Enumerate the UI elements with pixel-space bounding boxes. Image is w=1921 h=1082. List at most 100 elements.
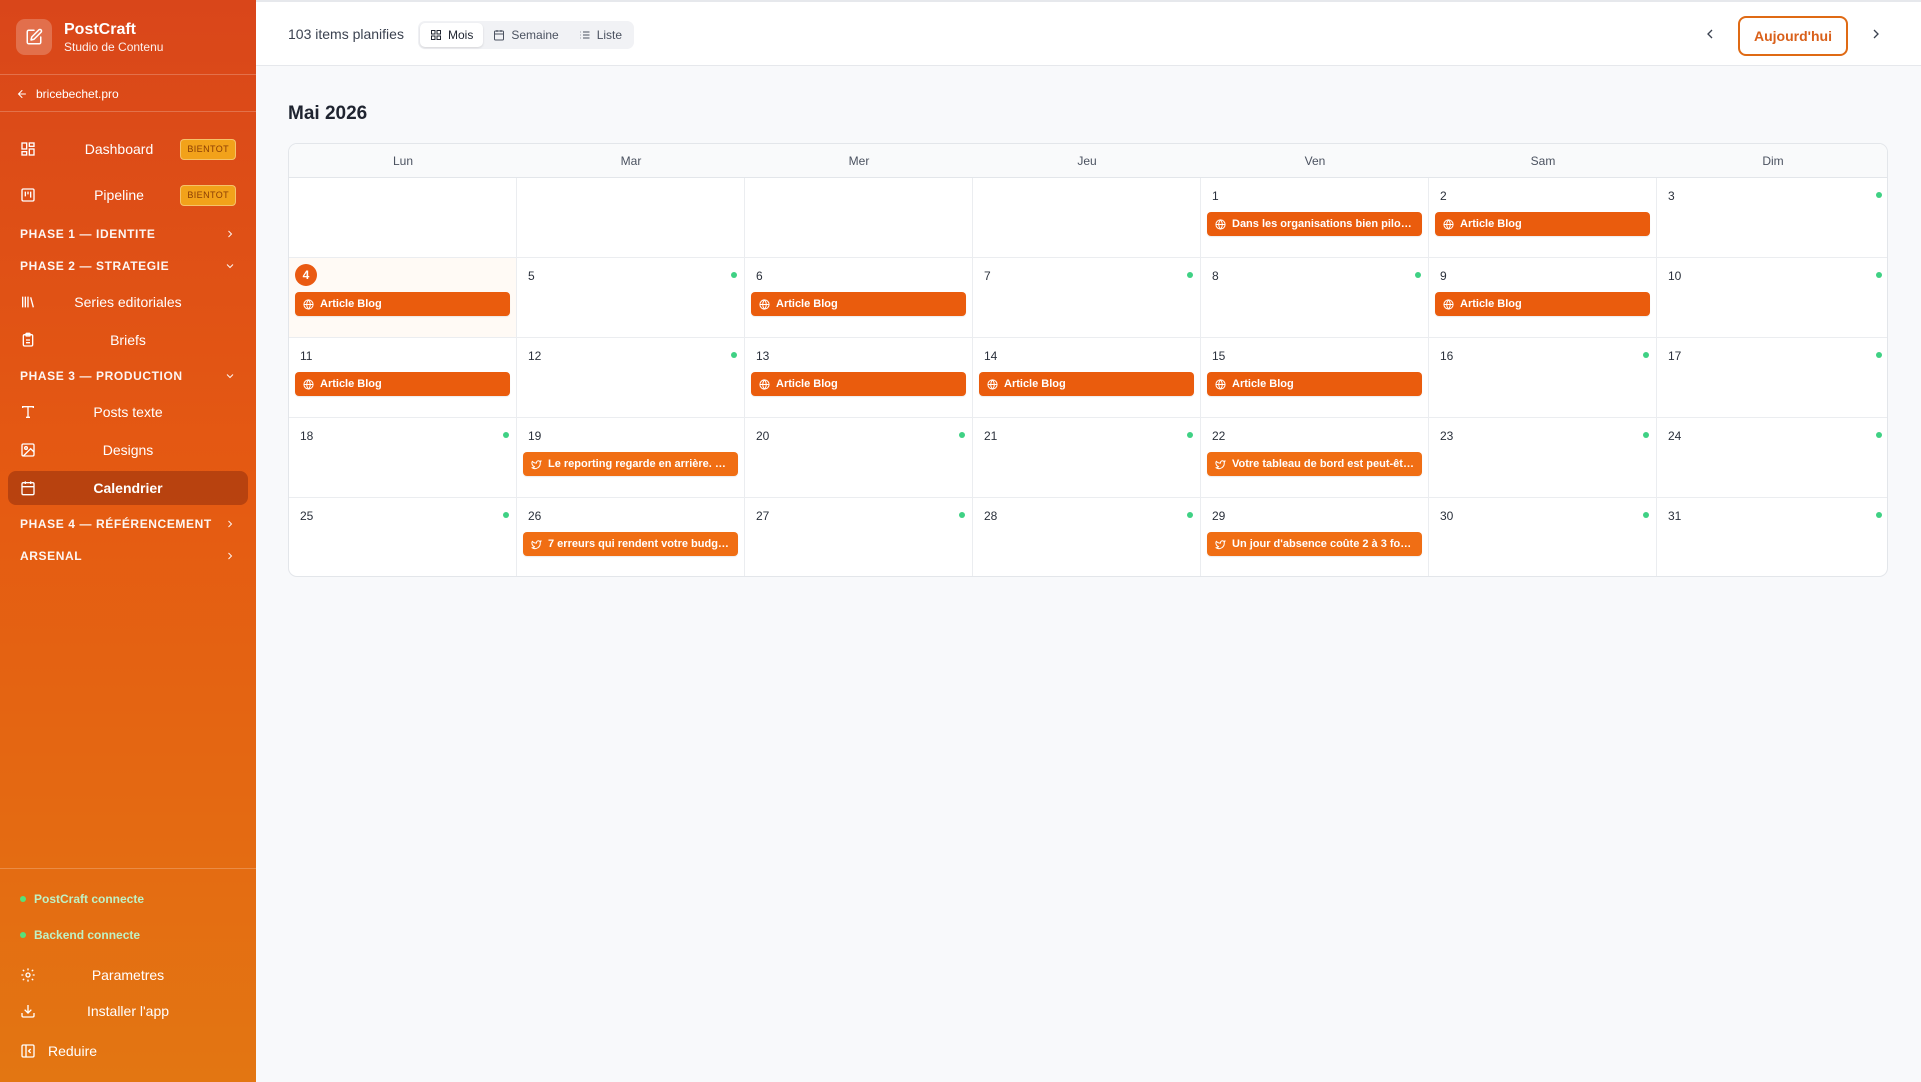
today-day-number: 4 [295, 264, 317, 286]
calendar-day-cell[interactable]: 2 Article Blog [1429, 178, 1657, 258]
back-link-label: bricebechet.pro [36, 87, 119, 101]
sidebar-item-briefs[interactable]: Briefs [8, 323, 248, 357]
calendar-day-cell[interactable]: 17 [1657, 338, 1887, 418]
divider [0, 74, 256, 75]
sidebar-item-pipeline[interactable]: Pipeline BIENTOT [8, 178, 248, 212]
calendar-day-cell[interactable]: 4 Article Blog [289, 258, 517, 338]
view-list-button[interactable]: Liste [569, 23, 632, 47]
divider [0, 868, 256, 869]
day-number: 24 [1668, 429, 1682, 443]
day-number: 5 [528, 269, 535, 283]
clipboard-icon [22, 332, 34, 347]
next-month-button[interactable] [1868, 26, 1884, 42]
sidebar-item-series[interactable]: Series editoriales [8, 285, 248, 319]
calendar-day-cell[interactable]: 28 [973, 498, 1201, 576]
event-title: Le reporting regarde en arrière. Le... [548, 458, 730, 470]
sidebar-item-label: Dashboard [84, 141, 154, 157]
blog-article-event[interactable]: Dans les organisations bien piloté... [1207, 212, 1422, 236]
coming-soon-badge: BIENTOT [180, 139, 236, 160]
calendar-day-cell[interactable]: 9 Article Blog [1429, 258, 1657, 338]
view-label: Liste [596, 28, 623, 42]
calendar-day-cell[interactable]: 10 [1657, 258, 1887, 338]
calendar-day-cell[interactable]: 3 [1657, 178, 1887, 258]
blog-article-event[interactable]: Article Blog [1207, 372, 1422, 396]
calendar-day-cell[interactable]: 11 Article Blog [289, 338, 517, 418]
blog-article-event[interactable]: Article Blog [295, 372, 510, 396]
calendar-day-cell[interactable] [973, 178, 1201, 258]
sidebar-item-designs[interactable]: Designs [8, 433, 248, 467]
calendar-day-cell[interactable]: 29 Un jour d'absence coûte 2 à 3 fois ... [1201, 498, 1429, 576]
sidebar-item-label: Designs [102, 442, 154, 458]
calendar-day-cell[interactable]: 31 [1657, 498, 1887, 576]
calendar-day-cell[interactable]: 1 Dans les organisations bien piloté... [1201, 178, 1429, 258]
install-app-button[interactable]: Installer l'app [8, 996, 248, 1026]
sidebar-item-dashboard[interactable]: Dashboard BIENTOT [8, 132, 248, 166]
calendar-day-cell[interactable]: 15 Article Blog [1201, 338, 1429, 418]
sidebar-item-calendar[interactable]: Calendrier [8, 471, 248, 505]
phase-3-toggle[interactable]: PHASE 3 — PRODUCTION [20, 369, 236, 383]
day-number: 29 [1212, 509, 1226, 523]
calendar-day-cell[interactable]: 19 Le reporting regarde en arrière. Le... [517, 418, 745, 498]
calendar-day-cell[interactable]: 13 Article Blog [745, 338, 973, 418]
calendar-day-cell[interactable]: 20 [745, 418, 973, 498]
blog-article-event[interactable]: Article Blog [979, 372, 1194, 396]
collapse-sidebar-button[interactable]: Reduire [8, 1036, 248, 1066]
calendar-day-cell[interactable]: 7 [973, 258, 1201, 338]
availability-dot [503, 512, 509, 518]
view-month-button[interactable]: Mois [420, 23, 484, 47]
blog-article-event[interactable]: Article Blog [751, 372, 966, 396]
calendar-icon [21, 481, 35, 496]
day-number: 18 [300, 429, 314, 443]
status-label: Backend connecte [34, 928, 141, 942]
calendar-day-cell[interactable]: 16 [1429, 338, 1657, 418]
edit-logo-icon [16, 19, 52, 55]
day-number: 3 [1668, 189, 1675, 203]
calendar-day-cell[interactable]: 27 [745, 498, 973, 576]
back-link[interactable]: bricebechet.pro [16, 87, 119, 101]
calendar-day-cell[interactable]: 8 [1201, 258, 1429, 338]
calendar-day-cell[interactable]: 18 [289, 418, 517, 498]
view-week-button[interactable]: Semaine [483, 23, 568, 47]
phase-1-toggle[interactable]: PHASE 1 — IDENTITE [20, 227, 236, 241]
calendar-day-cell[interactable]: 23 [1429, 418, 1657, 498]
settings-button[interactable]: Parametres [8, 960, 248, 990]
calendar-day-cell[interactable]: 21 [973, 418, 1201, 498]
social-post-event[interactable]: 7 erreurs qui rendent votre budge... [523, 532, 738, 556]
sidebar-item-posts[interactable]: Posts texte [8, 395, 248, 429]
calendar-day-cell[interactable]: 22 Votre tableau de bord est peut-êtr... [1201, 418, 1429, 498]
sidebar-item-label: Pipeline [94, 187, 144, 203]
blog-article-event[interactable]: Article Blog [751, 292, 966, 316]
blog-article-event[interactable]: Article Blog [1435, 212, 1650, 236]
blog-article-event[interactable]: Article Blog [1435, 292, 1650, 316]
calendar-day-cell[interactable] [745, 178, 973, 258]
calendar-day-cell[interactable] [517, 178, 745, 258]
calendar-day-cell[interactable]: 6 Article Blog [745, 258, 973, 338]
sidebar-item-label: Series editoriales [74, 294, 182, 310]
event-title: Article Blog [320, 378, 382, 390]
calendar-day-cell[interactable]: 30 [1429, 498, 1657, 576]
calendar-day-cell[interactable]: 12 [517, 338, 745, 418]
phase-4-toggle[interactable]: PHASE 4 — RÉFÉRENCEMENT [20, 517, 236, 531]
calendar-day-cell[interactable]: 26 7 erreurs qui rendent votre budge... [517, 498, 745, 576]
globe-icon [1215, 218, 1226, 230]
social-post-event[interactable]: Votre tableau de bord est peut-êtr... [1207, 452, 1422, 476]
today-button[interactable]: Aujourd'hui [1738, 16, 1848, 56]
weekday-label: Sam [1530, 154, 1556, 168]
event-title: Article Blog [1460, 298, 1522, 310]
calendar-day-cell[interactable]: 5 [517, 258, 745, 338]
social-post-event[interactable]: Un jour d'absence coûte 2 à 3 fois ... [1207, 532, 1422, 556]
availability-dot [1643, 512, 1649, 518]
calendar-day-cell[interactable]: 24 [1657, 418, 1887, 498]
arsenal-toggle[interactable]: ARSENAL [20, 549, 236, 563]
weekday-label: Mer [848, 154, 870, 168]
calendar-day-cell[interactable]: 14 Article Blog [973, 338, 1201, 418]
phase-2-toggle[interactable]: PHASE 2 — STRATEGIE [20, 259, 236, 273]
blog-article-event[interactable]: Article Blog [295, 292, 510, 316]
calendar-day-cell[interactable] [289, 178, 517, 258]
text-icon [22, 406, 34, 418]
brand[interactable]: PostCraft Studio de Contenu [16, 19, 163, 55]
previous-month-button[interactable] [1702, 26, 1718, 42]
social-post-event[interactable]: Le reporting regarde en arrière. Le... [523, 452, 738, 476]
calendar-day-cell[interactable]: 25 [289, 498, 517, 576]
globe-icon [1443, 298, 1454, 310]
